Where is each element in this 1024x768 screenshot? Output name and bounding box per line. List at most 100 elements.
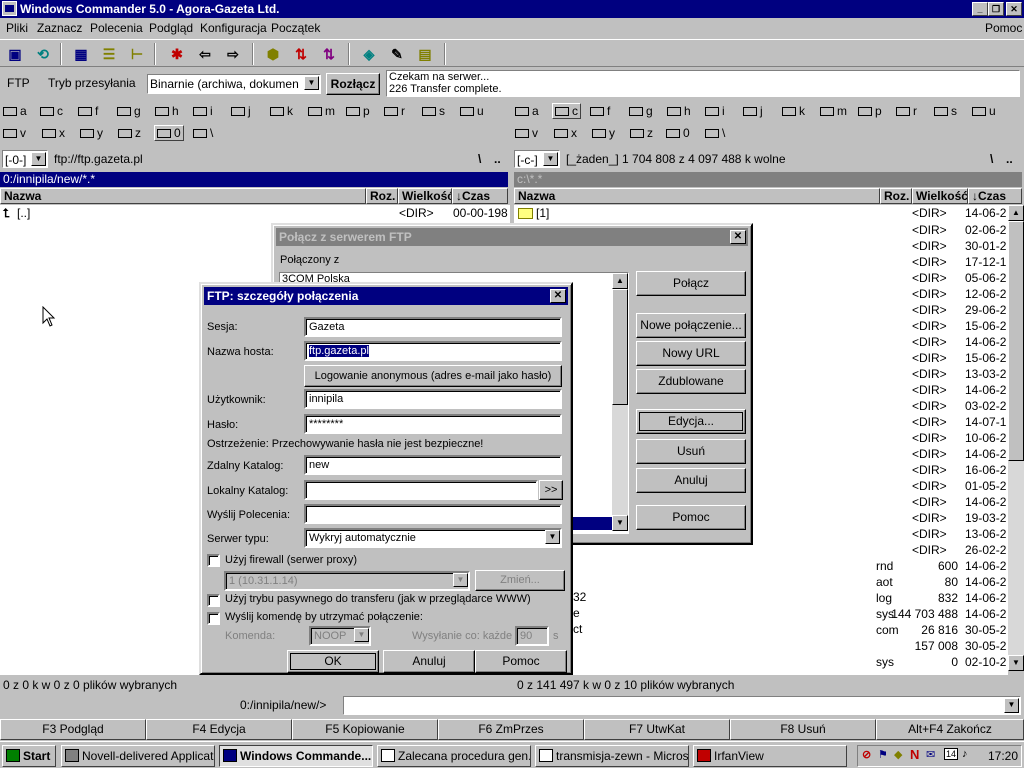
drive-r-button[interactable]: r [384, 104, 405, 118]
drive-y-button[interactable]: y [592, 126, 615, 140]
close-icon[interactable]: ✕ [550, 289, 566, 303]
drive-x-button[interactable]: x [554, 126, 577, 140]
f4-edit-button[interactable]: F4 Edycja [146, 719, 292, 740]
column-name[interactable]: Nazwa [514, 188, 880, 204]
parent-button[interactable]: .. [494, 150, 501, 168]
disconnect-button[interactable]: Rozłącz [326, 73, 380, 95]
drive-i-button[interactable]: i [705, 104, 725, 118]
f8-delete-button[interactable]: F8 Usuń [730, 719, 876, 740]
table-row[interactable]: 157 008 30-05-2 [514, 638, 1008, 654]
session-input[interactable]: Gazeta [304, 317, 562, 337]
transfer-mode-select[interactable]: Binarnie (archiwa, dokumen ▼ [147, 74, 321, 94]
scroll-up-icon[interactable]: ▲ [1008, 205, 1024, 221]
drive-f-button[interactable]: f [78, 104, 98, 118]
tray-icon[interactable]: ✉ [926, 748, 935, 761]
passive-mode-checkbox[interactable] [207, 594, 220, 607]
drive-h-button[interactable]: h [667, 104, 691, 118]
tray-icon[interactable]: ◆ [894, 748, 902, 761]
server-type-select[interactable]: Wykryj automatycznie ▼ [304, 528, 562, 548]
drive-a-button[interactable]: a [515, 104, 539, 118]
drive-g-button[interactable]: g [629, 104, 653, 118]
chevron-down-icon[interactable]: ▼ [543, 152, 558, 166]
ok-button[interactable]: OK [287, 650, 379, 673]
parent-button[interactable]: .. [1006, 150, 1013, 168]
host-input[interactable]: ftp.gazeta.pl [304, 341, 562, 361]
drive-j-button[interactable]: j [743, 104, 763, 118]
connect-button[interactable]: Połącz [636, 271, 746, 296]
remote-dir-input[interactable]: new [304, 455, 562, 475]
drive-c-button[interactable]: c [40, 104, 63, 118]
user-input[interactable]: innipila [304, 389, 562, 409]
drive-m-button[interactable]: m [308, 104, 335, 118]
full-view-icon[interactable]: ☰ [98, 43, 120, 65]
command-select[interactable]: NOOP ▼ [309, 626, 371, 646]
save-icon[interactable]: ▣ [4, 43, 26, 65]
drive-p-button[interactable]: p [858, 104, 882, 118]
browse-button[interactable]: >> [539, 480, 563, 500]
forward-icon[interactable]: ⇨ [222, 43, 244, 65]
pack-icon[interactable]: ⬢ [262, 43, 284, 65]
drive-j-button[interactable]: j [231, 104, 251, 118]
drive-f-button[interactable]: f [590, 104, 610, 118]
f6-move-button[interactable]: F6 ZmPrzes [438, 719, 584, 740]
table-row[interactable]: ⮤ [..] <DIR> 00-00-198 [3, 205, 508, 221]
local-dir-input[interactable] [304, 480, 538, 500]
drive-i-button[interactable]: i [193, 104, 213, 118]
help-button[interactable]: Pomoc [636, 505, 746, 530]
column-name[interactable]: Nazwa [0, 188, 366, 204]
scroll-down-icon[interactable]: ▼ [612, 515, 628, 531]
column-size[interactable]: Wielkość [398, 188, 452, 204]
back-icon[interactable]: ⇦ [194, 43, 216, 65]
refresh-icon[interactable]: ⟲ [32, 43, 54, 65]
new-url-button[interactable]: Nowy URL [636, 341, 746, 366]
new-connection-button[interactable]: Nowe połączenie... [636, 313, 746, 338]
tree-view-icon[interactable]: ⊢ [126, 43, 148, 65]
taskbar-item-active[interactable]: Windows Commande... [219, 745, 373, 767]
chevron-down-icon[interactable]: ▼ [354, 628, 369, 642]
novell-icon[interactable]: N [910, 747, 919, 762]
table-row[interactable]: com 26 816 30-05-2 [514, 622, 1008, 638]
drive-k-button[interactable]: k [782, 104, 805, 118]
chevron-down-icon[interactable]: ▼ [453, 573, 468, 587]
drive-z-button[interactable]: z [630, 126, 653, 140]
drive-g-button[interactable]: g [117, 104, 141, 118]
menu-podglad[interactable]: Podgląd [149, 18, 193, 38]
table-row[interactable]: log 832 14-06-2 [514, 590, 1008, 606]
scroll-thumb[interactable] [1008, 221, 1024, 461]
firewall-select[interactable]: 1 (10.31.1.14) ▼ [224, 571, 470, 591]
viewer-icon[interactable]: ▤ [414, 43, 436, 65]
anonymous-login-button[interactable]: Logowanie anonymous (adres e-mail jako h… [304, 365, 562, 387]
column-ext[interactable]: Roz. [366, 188, 398, 204]
drive-u-button[interactable]: u [460, 104, 484, 118]
column-size[interactable]: Wielkość [912, 188, 968, 204]
scroll-down-icon[interactable]: ▼ [1008, 655, 1024, 671]
change-button[interactable]: Zmień... [475, 570, 565, 591]
drive-x-button[interactable]: x [42, 126, 65, 140]
root-button[interactable]: \ [478, 150, 481, 168]
drive-r-button[interactable]: r [896, 104, 917, 118]
cancel-button[interactable]: Anuluj [383, 650, 475, 673]
scroll-up-icon[interactable]: ▲ [612, 273, 628, 289]
tray-icon[interactable]: ⚑ [878, 748, 888, 761]
drive-a-button[interactable]: a [3, 104, 27, 118]
column-ext[interactable]: Roz. [880, 188, 912, 204]
left-drive-select[interactable]: [-0-] ▼ [2, 150, 48, 168]
table-row[interactable]: aot 80 14-06-2 [514, 574, 1008, 590]
right-scrollbar[interactable]: ▲ ▼ [1008, 205, 1024, 671]
menu-pomoc[interactable]: Pomoc [985, 18, 1022, 38]
speaker-icon[interactable]: ♪ [962, 748, 968, 760]
interval-input[interactable]: 90 [515, 626, 549, 646]
right-drive-select[interactable]: [-c-] ▼ [514, 150, 560, 168]
table-row[interactable]: sys 0 02-10-2 [514, 654, 1008, 670]
delete-button[interactable]: Usuń [636, 439, 746, 464]
chevron-down-icon[interactable]: ▼ [31, 152, 46, 166]
table-row[interactable]: sys 144 703 488 14-06-2 [514, 606, 1008, 622]
column-date[interactable]: ↓Czas [968, 188, 1022, 204]
drive-h-button[interactable]: h [155, 104, 179, 118]
keepalive-checkbox[interactable] [207, 612, 220, 625]
menu-zaznacz[interactable]: Zaznacz [37, 18, 82, 38]
right-panel-header[interactable]: c:\*.* [514, 172, 1022, 187]
notepad-icon[interactable]: ✎ [386, 43, 408, 65]
command-input[interactable]: ▼ [343, 696, 1021, 715]
menu-poczatek[interactable]: Początek [271, 18, 320, 38]
